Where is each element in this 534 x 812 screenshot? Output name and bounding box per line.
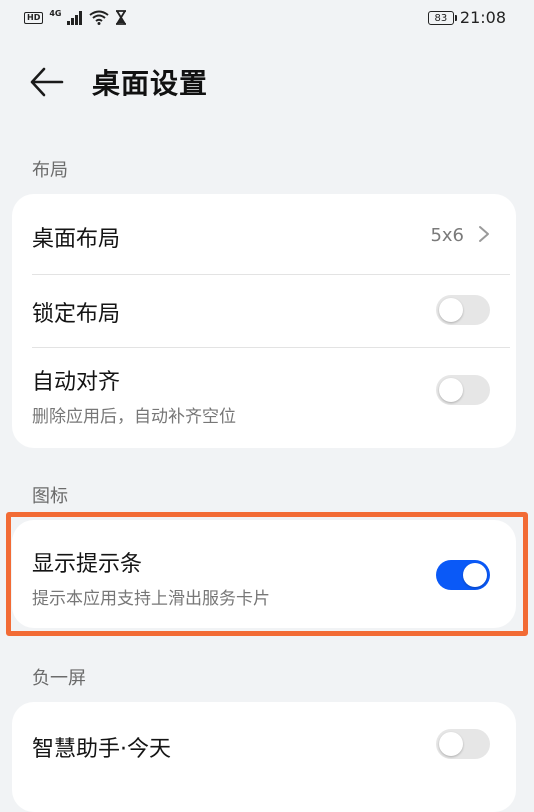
icons-card: 显示提示条 提示本应用支持上滑出服务卡片 <box>12 520 516 628</box>
smart-assistant-toggle[interactable] <box>436 729 490 759</box>
section-label-layout: 布局 <box>32 160 68 181</box>
smart-assistant-row[interactable]: 智慧助手·今天 <box>12 702 516 786</box>
section-label-minus-one-screen: 负一屏 <box>32 668 86 689</box>
status-bar-left: HD 4G <box>24 9 127 25</box>
lock-layout-title: 锁定布局 <box>32 302 121 327</box>
hd-indicator: HD <box>24 11 44 24</box>
back-button[interactable] <box>28 64 68 100</box>
status-time: 21:08 <box>459 8 506 27</box>
page-header: 桌面设置 <box>0 52 534 112</box>
layout-card: 桌面布局 5x6 锁定布局 自动对齐 删除应用后，自动补齐空位 <box>12 194 516 448</box>
desktop-layout-value: 5x6 <box>430 225 464 246</box>
toggle-knob <box>439 378 463 402</box>
show-hint-bar-title: 显示提示条 <box>32 552 143 577</box>
minus-one-screen-card: 智慧助手·今天 <box>12 702 516 812</box>
desktop-layout-row[interactable]: 桌面布局 5x6 <box>12 194 516 274</box>
auto-align-title: 自动对齐 <box>32 370 121 395</box>
desktop-layout-title: 桌面布局 <box>32 227 121 252</box>
toggle-knob <box>439 732 463 756</box>
network-type: 4G <box>49 9 62 18</box>
chevron-right-icon <box>479 226 489 242</box>
auto-align-row[interactable]: 自动对齐 删除应用后，自动补齐空位 <box>12 348 516 448</box>
signal-icon <box>67 10 83 25</box>
status-bar-right: 83 21:08 <box>427 8 506 27</box>
auto-align-toggle[interactable] <box>436 375 490 405</box>
status-bar: HD 4G 83 21:08 <box>0 0 534 36</box>
hourglass-icon <box>116 10 127 25</box>
toggle-knob <box>463 563 487 587</box>
lock-layout-toggle[interactable] <box>436 295 490 325</box>
show-hint-bar-toggle[interactable] <box>436 560 490 590</box>
back-arrow-icon <box>30 67 64 97</box>
wifi-icon <box>89 10 110 25</box>
section-label-icons: 图标 <box>32 486 68 507</box>
lock-layout-row[interactable]: 锁定布局 <box>12 275 516 347</box>
battery-icon: 83 <box>427 10 457 25</box>
smart-assistant-title: 智慧助手·今天 <box>32 737 171 762</box>
show-hint-bar-subtitle: 提示本应用支持上滑出服务卡片 <box>32 589 270 609</box>
page-title: 桌面设置 <box>92 67 209 100</box>
auto-align-subtitle: 删除应用后，自动补齐空位 <box>32 407 236 427</box>
toggle-knob <box>439 298 463 322</box>
show-hint-bar-row[interactable]: 显示提示条 提示本应用支持上滑出服务卡片 <box>12 520 516 628</box>
